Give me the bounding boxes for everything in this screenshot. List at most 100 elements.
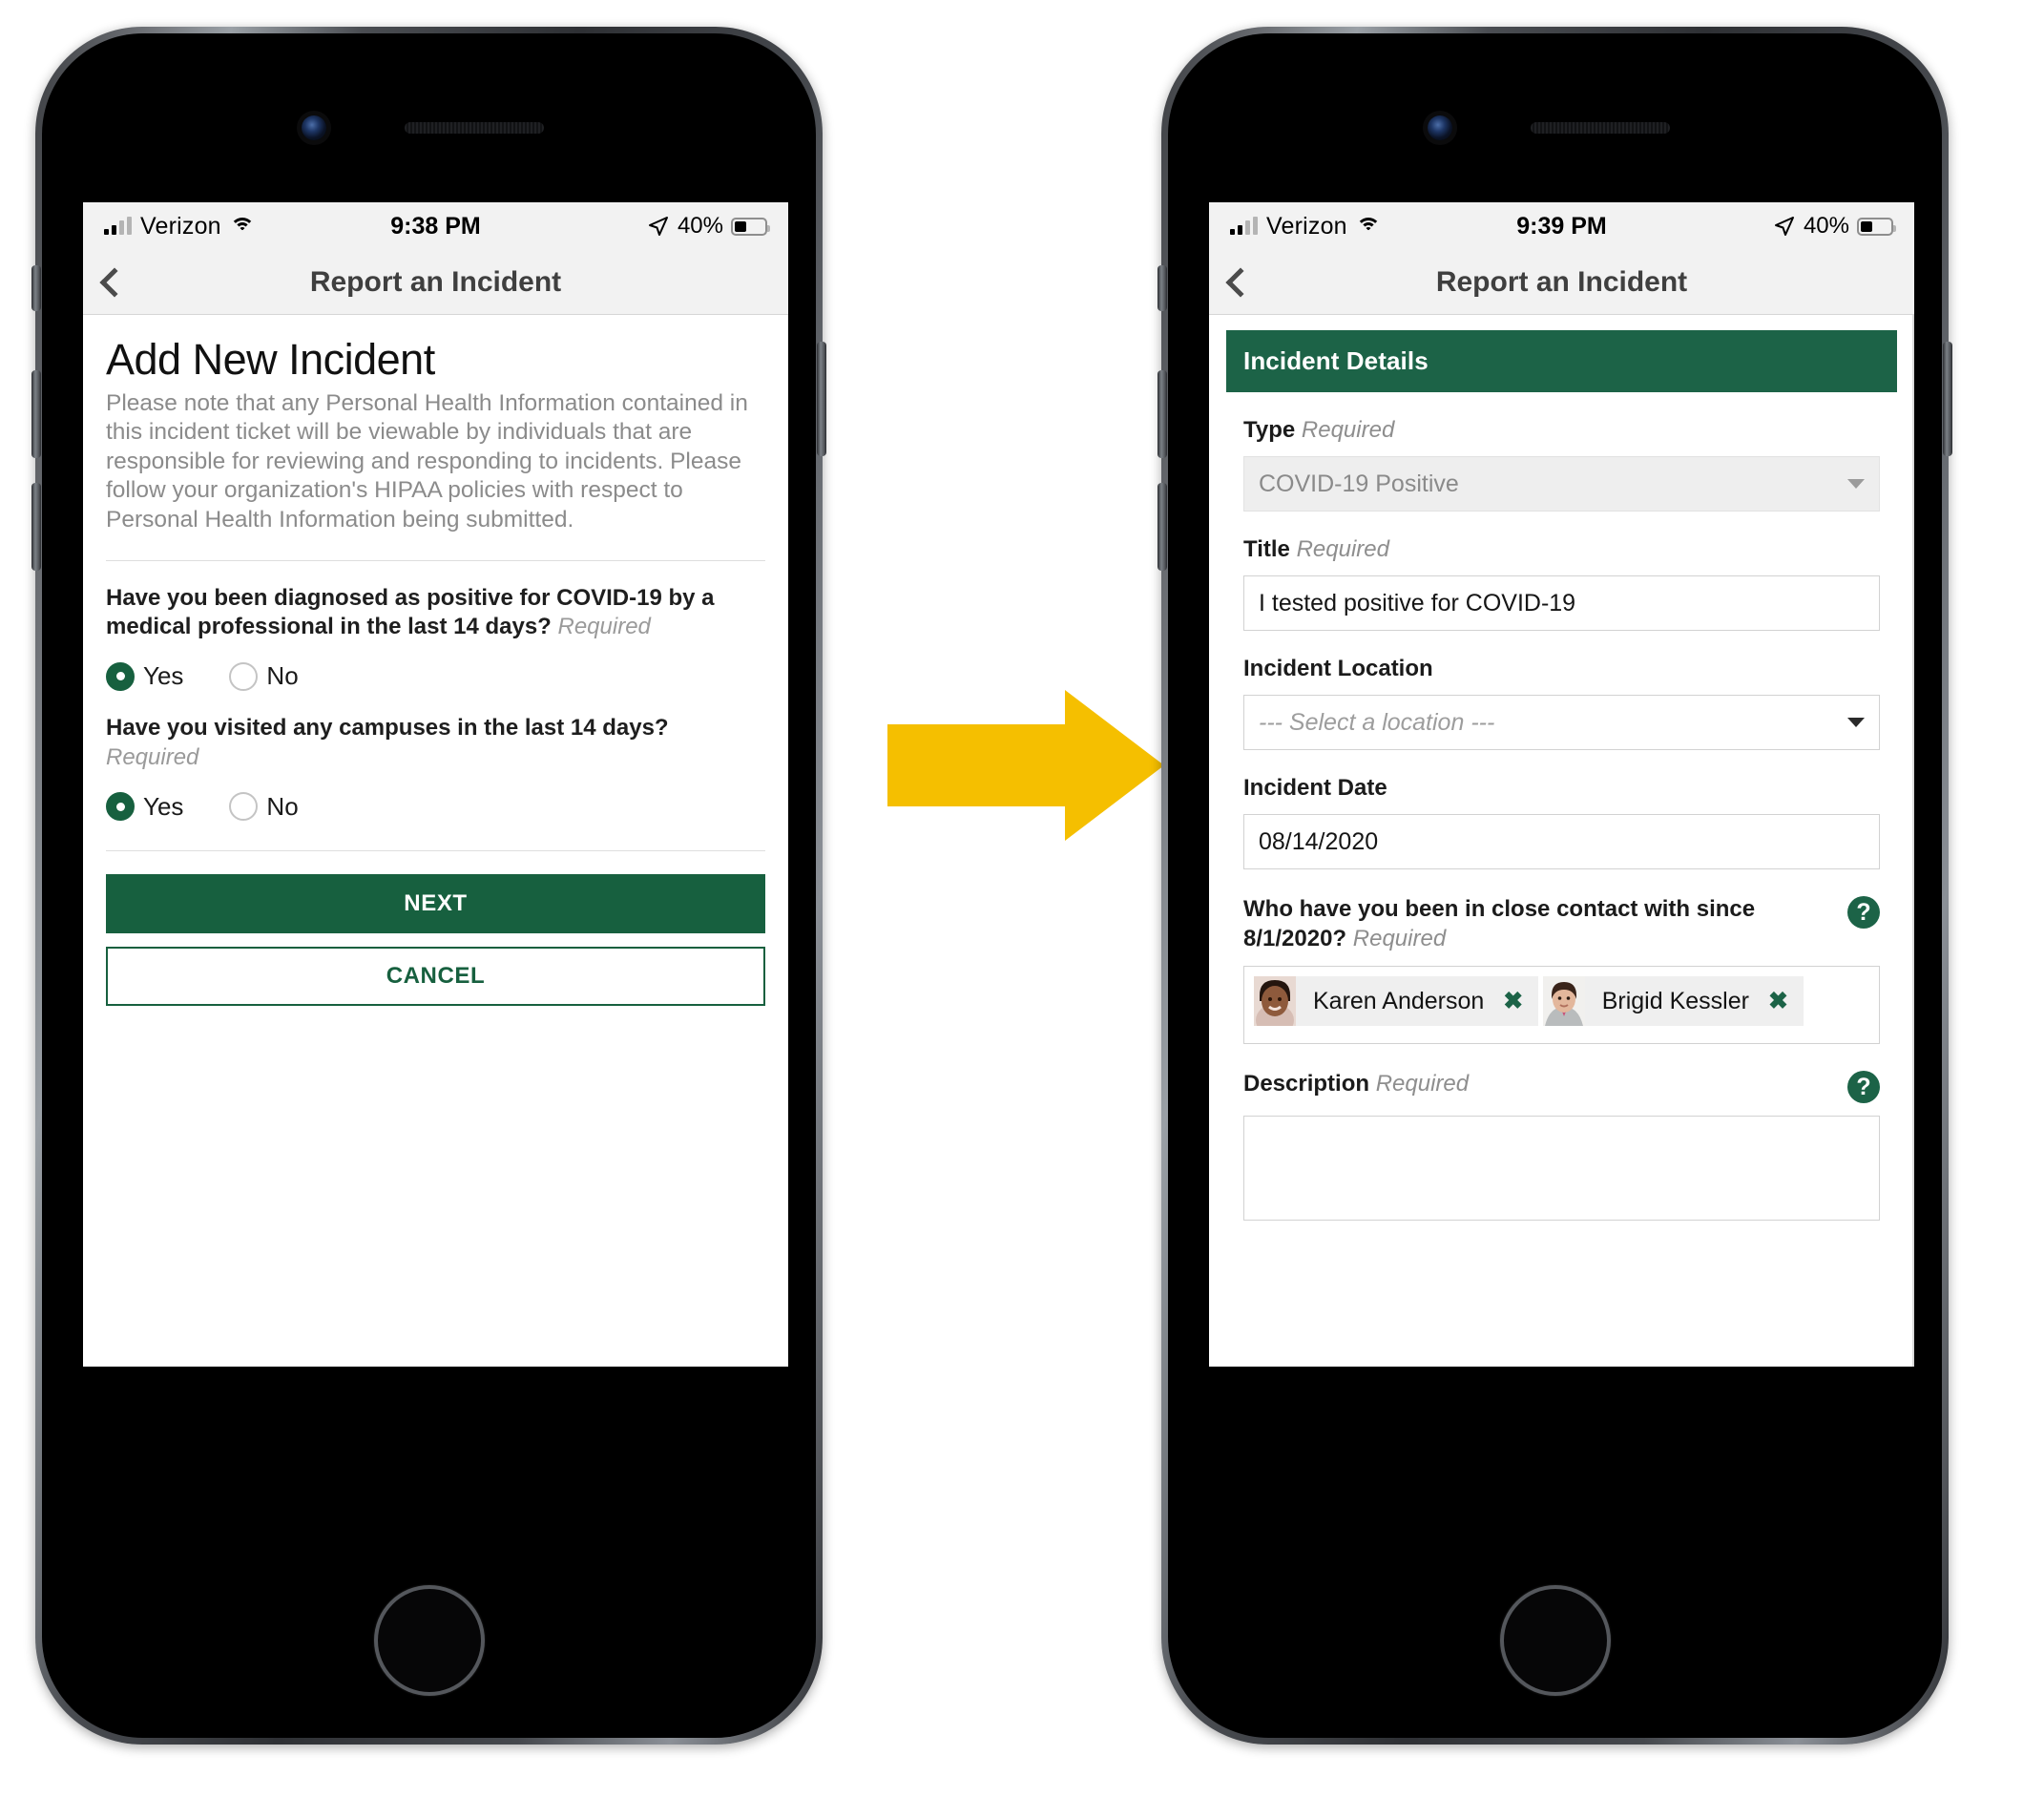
incident-date-value: 08/14/2020 — [1259, 827, 1379, 855]
description-textarea[interactable] — [1243, 1116, 1880, 1222]
status-bar-left: Verizon 9:38 PM 40% — [83, 202, 788, 250]
divider — [106, 849, 765, 851]
volume-down-button[interactable] — [1158, 483, 1167, 571]
field-title-label: Title Required — [1243, 536, 1880, 563]
radio-yes-q1[interactable] — [106, 661, 135, 691]
incident-details-form: Incident Details Type Required COVID-19 … — [1209, 315, 1914, 1222]
battery-icon — [731, 217, 770, 236]
question-1-required: Required — [557, 614, 651, 640]
radio-yes-q2[interactable] — [106, 792, 135, 821]
home-button[interactable] — [373, 1585, 485, 1696]
avatar — [1254, 976, 1296, 1027]
screen-right: Verizon 9:39 PM 40% Report an Incident I… — [1209, 202, 1914, 1367]
description-label-row: Description Required ? — [1243, 1069, 1880, 1104]
mute-switch[interactable] — [1158, 265, 1167, 311]
list-item[interactable]: Brigid Kessler ✖ — [1542, 976, 1804, 1027]
battery-icon — [1857, 217, 1896, 236]
status-right-group: 40% — [1773, 213, 1896, 240]
location-arrow-icon — [648, 217, 668, 236]
location-arrow-icon — [1774, 217, 1794, 236]
close-contact-chip-list[interactable]: Karen Anderson ✖ Brigid Kessler ✖ — [1243, 966, 1880, 1045]
question-mark-help-icon[interactable]: ? — [1847, 896, 1880, 929]
question-1-radio-group: Yes No — [106, 661, 765, 691]
close-contact-label-row: Who have you been in close contact with … — [1243, 894, 1880, 953]
field-title-required: Required — [1296, 536, 1389, 562]
wifi-icon — [229, 217, 255, 236]
volume-down-button[interactable] — [31, 483, 41, 571]
power-button[interactable] — [1943, 342, 1952, 456]
nav-bar-left: Report an Incident — [83, 250, 788, 315]
cellular-signal-icon — [1230, 217, 1258, 235]
carrier-label: Verizon — [140, 212, 221, 240]
cellular-signal-icon — [104, 217, 132, 235]
type-select-value: COVID-19 Positive — [1259, 470, 1459, 497]
status-bar-right: Verizon 9:39 PM 40% — [1209, 202, 1914, 250]
close-contact-label-text: Who have you been in close contact with … — [1243, 896, 1756, 952]
field-close-contact: Who have you been in close contact with … — [1243, 894, 1880, 1045]
phone-body-left: Verizon 9:38 PM 40% Report an Incident A… — [42, 33, 816, 1738]
heading-add-new-incident: Add New Incident — [106, 335, 435, 384]
question-mark-help-icon[interactable]: ? — [1847, 1071, 1880, 1104]
remove-contact-icon[interactable]: ✖ — [1503, 987, 1538, 1015]
radio-no-q1[interactable] — [229, 661, 259, 691]
panel-title-incident-details: Incident Details — [1226, 330, 1897, 392]
form-intro-section: Add New Incident Please note that any Pe… — [83, 315, 788, 1006]
title-input-value: I tested positive for COVID-19 — [1259, 589, 1576, 616]
field-location-label: Incident Location — [1243, 656, 1433, 681]
wifi-icon — [1355, 217, 1381, 236]
status-right-group: 40% — [647, 213, 770, 240]
volume-up-button[interactable] — [1158, 370, 1167, 458]
nav-bar-right: Report an Incident — [1209, 250, 1914, 315]
close-contact-label: Who have you been in close contact with … — [1243, 894, 1838, 953]
question-1-option-yes[interactable]: Yes — [106, 661, 183, 691]
battery-percent-label: 40% — [677, 213, 723, 239]
scroll-track[interactable] — [1912, 315, 1914, 1367]
question-1-label: Have you been diagnosed as positive for … — [106, 584, 765, 642]
radio-no-q2[interactable] — [229, 792, 259, 821]
phone-device-left: Verizon 9:38 PM 40% Report an Incident A… — [31, 27, 826, 1745]
remove-contact-icon[interactable]: ✖ — [1768, 987, 1804, 1015]
earpiece-speaker-icon — [1530, 122, 1670, 134]
hipaa-notice-text: Please note that any Personal Health Inf… — [106, 389, 748, 533]
battery-percent-label: 40% — [1803, 213, 1849, 239]
status-left-group: Verizon — [104, 213, 255, 240]
radio-no-q1-label: No — [266, 661, 299, 691]
field-incident-date: Incident Date 08/14/2020 — [1243, 775, 1880, 869]
radio-yes-q1-label: Yes — [143, 661, 184, 691]
earpiece-speaker-icon — [404, 122, 544, 134]
panel-body: Type Required COVID-19 Positive Title Re… — [1226, 417, 1897, 1222]
close-contact-required: Required — [1352, 926, 1447, 952]
avatar — [1542, 976, 1585, 1027]
question-2-option-no[interactable]: No — [229, 791, 299, 822]
field-type: Type Required COVID-19 Positive — [1243, 417, 1880, 512]
front-camera-icon — [1427, 115, 1452, 140]
location-select-placeholder: --- Select a location --- — [1259, 708, 1495, 736]
radio-yes-q2-label: Yes — [143, 791, 184, 821]
question-2-required: Required — [106, 743, 199, 770]
list-item[interactable]: Karen Anderson ✖ — [1254, 976, 1539, 1027]
incident-date-input[interactable]: 08/14/2020 — [1243, 814, 1880, 869]
field-description: Description Required ? — [1243, 1069, 1880, 1222]
next-button[interactable]: NEXT — [106, 873, 765, 933]
radio-no-q2-label: No — [266, 791, 299, 821]
question-2-text: Have you visited any campuses in the las… — [106, 715, 669, 742]
title-input[interactable]: I tested positive for COVID-19 — [1243, 575, 1880, 631]
power-button[interactable] — [817, 342, 826, 456]
volume-up-button[interactable] — [31, 370, 41, 458]
cancel-button[interactable]: CANCEL — [106, 946, 765, 1006]
flow-arrow-icon — [887, 690, 1164, 841]
home-button[interactable] — [1499, 1585, 1611, 1696]
front-camera-icon — [301, 115, 326, 140]
contact-name: Karen Anderson — [1313, 987, 1485, 1014]
description-label-text: Description — [1243, 1071, 1370, 1097]
question-2-option-yes[interactable]: Yes — [106, 792, 183, 822]
carrier-label: Verizon — [1266, 212, 1347, 240]
field-date-label: Incident Date — [1243, 775, 1387, 801]
question-1-option-no[interactable]: No — [229, 661, 299, 691]
divider — [106, 559, 765, 561]
mute-switch[interactable] — [31, 265, 41, 311]
description-required: Required — [1375, 1071, 1470, 1097]
type-select[interactable]: COVID-19 Positive — [1243, 456, 1880, 512]
location-select[interactable]: --- Select a location --- — [1243, 695, 1880, 750]
status-left-group: Verizon — [1230, 213, 1381, 240]
